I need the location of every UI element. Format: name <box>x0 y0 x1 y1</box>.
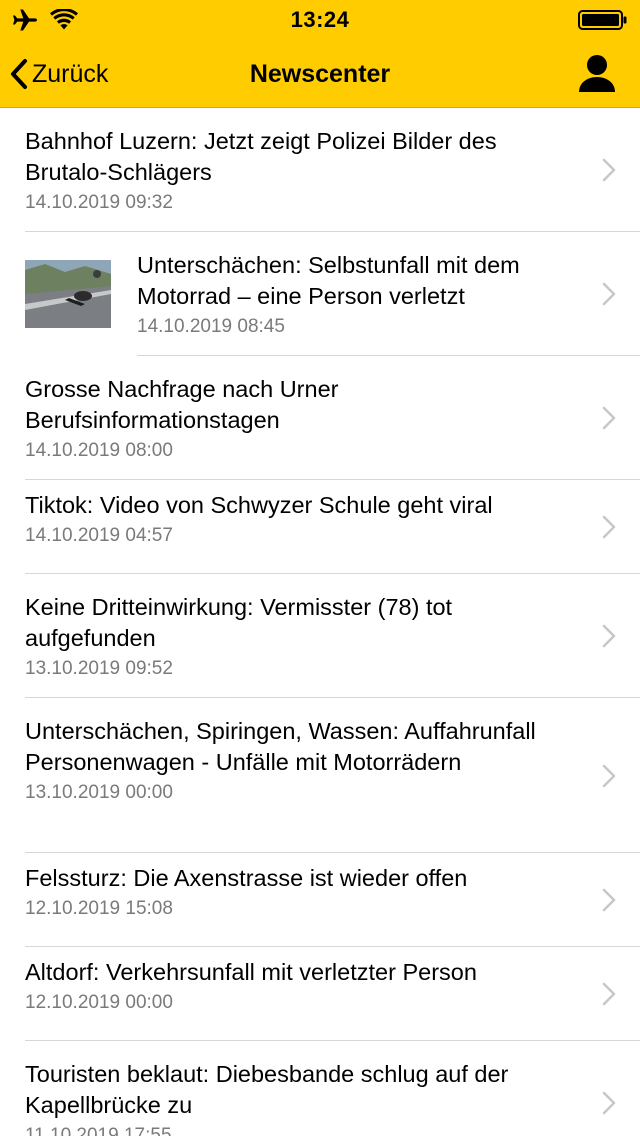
news-item-date: 12.10.2019 00:00 <box>25 992 173 1013</box>
news-item-date: 14.10.2019 08:45 <box>137 316 285 337</box>
news-item-content: Keine Dritteinwirkung: Vermisster (78) t… <box>25 592 580 681</box>
news-item-title: Unterschächen: Selbstunfall mit dem Moto… <box>137 252 520 309</box>
news-list-item[interactable]: Unterschächen: Selbstunfall mit dem Moto… <box>0 232 640 356</box>
news-item-content: Touristen beklaut: Diebesbande schlug au… <box>25 1059 580 1136</box>
news-list-item[interactable]: Keine Dritteinwirkung: Vermisster (78) t… <box>0 574 640 698</box>
navigation-bar: Zurück Newscenter <box>0 40 640 108</box>
chevron-right-icon <box>602 982 616 1006</box>
news-item-title: Bahnhof Luzern: Jetzt zeigt Polizei Bild… <box>25 128 497 185</box>
page-title: Newscenter <box>249 60 391 88</box>
chevron-right-icon <box>602 282 616 306</box>
battery-icon <box>578 10 627 30</box>
chevron-right-icon <box>602 406 616 430</box>
news-item-date: 14.10.2019 08:00 <box>25 440 173 461</box>
news-item-content: Unterschächen, Spiringen, Wassen: Auffah… <box>25 716 580 805</box>
chevron-right-icon <box>602 764 616 788</box>
chevron-right-icon <box>602 1091 616 1115</box>
news-item-date: 14.10.2019 04:57 <box>25 525 173 546</box>
news-list-item[interactable]: Altdorf: Verkehrsunfall mit verletzter P… <box>0 947 640 1041</box>
news-item-date: 13.10.2019 09:52 <box>25 658 173 679</box>
news-item-title: Altdorf: Verkehrsunfall mit verletzter P… <box>25 959 477 985</box>
news-item-content: Bahnhof Luzern: Jetzt zeigt Polizei Bild… <box>25 126 580 215</box>
news-list: Bahnhof Luzern: Jetzt zeigt Polizei Bild… <box>0 108 640 1136</box>
news-item-date: 13.10.2019 00:00 <box>25 782 173 803</box>
news-item-title: Keine Dritteinwirkung: Vermisster (78) t… <box>25 594 453 651</box>
news-item-date: 12.10.2019 15:08 <box>25 898 173 919</box>
app-header: 13:24 Zurück Newscenter <box>0 0 640 108</box>
news-item-content: Grosse Nachfrage nach Urner Berufsinform… <box>25 374 580 463</box>
chevron-right-icon <box>602 624 616 648</box>
chevron-right-icon <box>602 158 616 182</box>
status-time: 13:24 <box>290 7 350 32</box>
news-item-content: Altdorf: Verkehrsunfall mit verletzter P… <box>25 957 580 1015</box>
news-item-title: Tiktok: Video von Schwyzer Schule geht v… <box>25 492 493 518</box>
news-list-item[interactable]: Grosse Nachfrage nach Urner Berufsinform… <box>0 356 640 480</box>
chevron-right-icon <box>602 888 616 912</box>
news-item-content: Felssturz: Die Axenstrasse ist wieder of… <box>25 863 580 921</box>
chevron-right-icon <box>602 515 616 539</box>
news-list-item[interactable]: Touristen beklaut: Diebesbande schlug au… <box>0 1041 640 1136</box>
news-item-title: Felssturz: Die Axenstrasse ist wieder of… <box>25 865 468 891</box>
news-item-date: 11.10.2019 17:55 <box>25 1125 172 1136</box>
news-item-title: Touristen beklaut: Diebesbande schlug au… <box>25 1061 509 1118</box>
person-icon[interactable] <box>578 54 616 94</box>
news-item-title: Grosse Nachfrage nach Urner Berufsinform… <box>25 376 339 433</box>
news-list-item[interactable]: Unterschächen, Spiringen, Wassen: Auffah… <box>0 698 640 853</box>
news-item-content: Tiktok: Video von Schwyzer Schule geht v… <box>25 490 580 548</box>
status-bar: 13:24 <box>0 0 640 40</box>
news-item-content: Unterschächen: Selbstunfall mit dem Moto… <box>137 250 580 339</box>
news-list-item[interactable]: Felssturz: Die Axenstrasse ist wieder of… <box>0 853 640 947</box>
news-item-title: Unterschächen, Spiringen, Wassen: Auffah… <box>25 718 536 775</box>
news-list-item[interactable]: Bahnhof Luzern: Jetzt zeigt Polizei Bild… <box>0 108 640 232</box>
news-thumbnail <box>25 260 111 328</box>
news-list-item[interactable]: Tiktok: Video von Schwyzer Schule geht v… <box>0 480 640 574</box>
news-item-date: 14.10.2019 09:32 <box>25 192 173 213</box>
